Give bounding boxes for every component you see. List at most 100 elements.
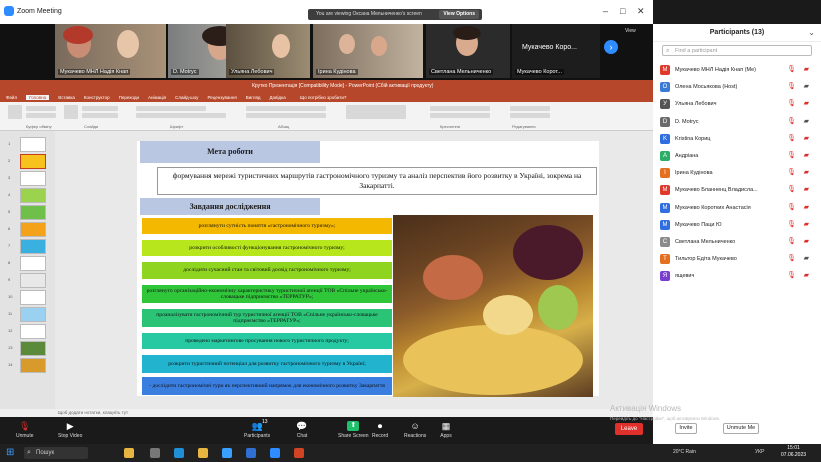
share-screen-button[interactable]: ⬆ Share Screen: [338, 421, 369, 439]
slide-thumbnail[interactable]: [20, 256, 46, 271]
new-slide-icon[interactable]: [64, 105, 78, 119]
task-item: розглянуто організаційно-економічну хара…: [142, 285, 392, 303]
slide-number: 4: [8, 192, 11, 197]
store-icon[interactable]: [222, 448, 232, 458]
minimize-icon[interactable]: –: [603, 6, 608, 16]
participant-row[interactable]: М Мукачево Бланненц Владисла... 🎙 ▰: [658, 182, 816, 198]
slide-thumbnail[interactable]: [20, 324, 46, 339]
video-tile[interactable]: Мукачево МНЛ Надія Кнап: [55, 24, 166, 78]
reactions-button[interactable]: ☺ Reactions: [404, 421, 426, 439]
video-tile-name: Ульяна Лебович: [229, 69, 275, 75]
slide-thumbnail[interactable]: [20, 273, 46, 288]
search-icon: ⌕: [666, 48, 670, 54]
participant-search-input[interactable]: ⌕ Find a participant: [662, 45, 812, 56]
ppt-search-hint[interactable]: Що потрібно зробити?: [300, 95, 346, 100]
participant-name: Мукачево Коротких Анастасія: [675, 204, 751, 211]
mic-off-icon: 🎙: [787, 66, 796, 73]
edge-icon[interactable]: [174, 448, 184, 458]
slide-thumbnail[interactable]: [20, 341, 46, 356]
mic-off-icon: 🎙: [787, 186, 796, 194]
taskbar-app-icon[interactable]: [124, 448, 134, 458]
ppt-tab[interactable]: Довідка: [270, 95, 286, 100]
participant-row[interactable]: М Мукачево Коротких Анастасія 🎙 ▰: [658, 200, 816, 216]
task-text: проведено маркетингове просування нового…: [185, 337, 349, 344]
participant-row[interactable]: Яящевич 🎙 ▰: [658, 268, 816, 284]
apps-icon: ▦: [441, 421, 451, 431]
windows-start-icon[interactable]: ⊞: [6, 447, 14, 458]
apps-button[interactable]: ▦ Apps: [440, 421, 452, 439]
notes-hint[interactable]: Щоб додати нотатки, клацніть тут: [0, 409, 653, 417]
next-page-arrow-icon[interactable]: ›: [604, 40, 618, 54]
participant-row[interactable]: М Мукачево Паци Ю 🎙 ▰: [658, 217, 816, 233]
participant-name: Олена Мосьякова (Host): [675, 84, 738, 91]
slide-thumbnail[interactable]: [20, 171, 46, 186]
chevron-down-icon[interactable]: ⌄: [808, 28, 815, 37]
maximize-icon[interactable]: □: [620, 6, 625, 16]
participant-row[interactable]: K Kristina Кориц 🎙 ▰: [658, 131, 816, 147]
leave-button[interactable]: Leave: [615, 423, 643, 435]
ppt-tab[interactable]: Анімація: [148, 95, 166, 100]
ppt-tab-active[interactable]: Головна: [26, 95, 50, 100]
slide-thumbnail[interactable]: [20, 358, 46, 373]
mic-off-icon: 🎙: [787, 83, 796, 91]
close-icon[interactable]: ✕: [637, 6, 645, 17]
video-tile[interactable]: Мукачево Коро... Мукачево Корот...: [512, 24, 600, 78]
toolbar-label: Participants: [244, 433, 271, 439]
participant-row[interactable]: D D. Motryc 🎙 ▰: [658, 114, 816, 130]
participant-row[interactable]: А Андріана 🎙 ▰: [658, 148, 816, 164]
video-off-icon: ▰: [803, 169, 809, 177]
video-tile[interactable]: Ульяна Лебович: [226, 24, 310, 78]
slide-canvas: Мета роботи формування мережі туристични…: [137, 141, 599, 397]
video-tile[interactable]: Ірина Кудінова: [313, 24, 423, 78]
slide-thumbnail[interactable]: [20, 290, 46, 305]
video-tile[interactable]: Светлана Мельниченко: [426, 24, 510, 78]
participant-row[interactable]: М Мукачево МНЛ Надія Кнап (Me) 🎙 ▰: [658, 62, 816, 78]
task-view-icon[interactable]: [150, 448, 160, 458]
slide-thumbnail[interactable]: [20, 222, 46, 237]
slide-thumbnail[interactable]: [20, 188, 46, 203]
zoom-icon[interactable]: [270, 448, 280, 458]
slide-thumbnail[interactable]: [20, 307, 46, 322]
language-indicator[interactable]: УКР: [755, 449, 764, 455]
ppt-tab[interactable]: Конструктор: [84, 95, 110, 100]
participant-row[interactable]: У Ульяна Лебович 🎙 ▰: [658, 96, 816, 112]
slide-number: 2: [8, 158, 11, 163]
paste-icon[interactable]: [8, 105, 22, 119]
stop-video-button[interactable]: ▶ Stop Video: [58, 421, 82, 439]
word-icon[interactable]: [246, 448, 256, 458]
slide-thumbnail[interactable]: [20, 137, 46, 152]
ppt-tab[interactable]: Файл: [6, 95, 17, 100]
participant-name: Ірина Кудінова: [675, 170, 713, 177]
unmute-button[interactable]: 🎙 Unmute: [16, 421, 34, 439]
weather-widget[interactable]: 20°C Rain: [673, 449, 696, 455]
ppt-tab[interactable]: Вигляд: [246, 95, 261, 100]
taskbar-search[interactable]: ⌕ Пошук: [24, 447, 88, 459]
record-button[interactable]: ⏺ Record: [372, 421, 388, 439]
chat-button[interactable]: 💬 Chat: [296, 421, 308, 439]
participant-row[interactable]: Т Тильтор Едіта Мукачево 🎙 ▰: [658, 251, 816, 267]
slide-number: 9: [8, 277, 11, 282]
unmute-me-button[interactable]: Unmute Me: [723, 423, 759, 434]
powerpoint-icon[interactable]: [294, 448, 304, 458]
invite-button[interactable]: Invite: [675, 423, 697, 434]
sharing-banner-text: You are viewing Оксана Мельниченко's scr…: [316, 11, 422, 17]
ppt-tab[interactable]: Рецензування: [207, 95, 236, 100]
file-explorer-icon[interactable]: [198, 448, 208, 458]
slide-thumbnail[interactable]: [20, 205, 46, 220]
view-options-button[interactable]: View Options: [439, 10, 479, 19]
taskbar-clock[interactable]: 15:01 07.06.2023: [781, 445, 806, 459]
video-off-icon: ▰: [803, 152, 809, 159]
ppt-tab[interactable]: Вставка: [58, 95, 75, 100]
participant-row[interactable]: О Олена Мосьякова (Host) 🎙 ▰: [658, 79, 816, 95]
view-button[interactable]: View: [625, 28, 636, 34]
ppt-tab[interactable]: Слайд-шоу: [175, 95, 198, 100]
participant-row[interactable]: С Светлана Мельниченко 🎙 ▰: [658, 234, 816, 250]
video-tile-name: Светлана Мельниченко: [429, 69, 494, 75]
participants-button[interactable]: 👥 Participants 13: [244, 419, 271, 439]
toolbar-label: Stop Video: [58, 433, 83, 439]
slide-thumbnail[interactable]: [20, 154, 46, 169]
ppt-tab[interactable]: Переходи: [119, 95, 139, 100]
participant-row[interactable]: І Ірина Кудінова 🎙 ▰: [658, 165, 816, 181]
toolbar-label: Share Screen: [338, 433, 369, 439]
slide-thumbnail[interactable]: [20, 239, 46, 254]
